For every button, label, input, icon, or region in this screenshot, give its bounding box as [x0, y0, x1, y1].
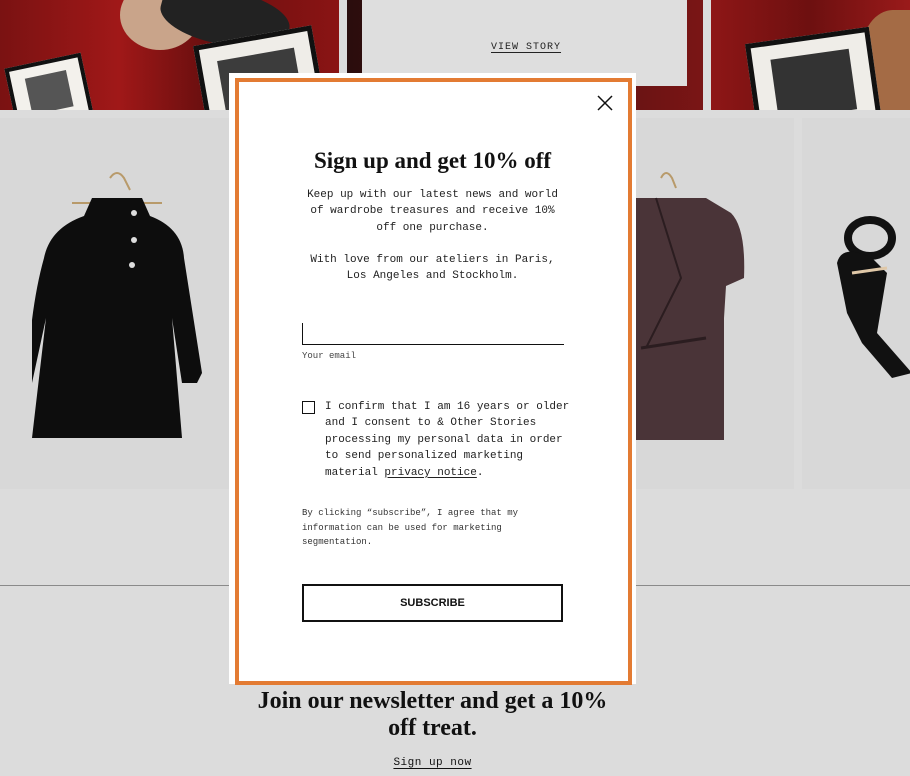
product-card-purple-dress[interactable] [636, 118, 794, 489]
email-field-label: Your email [302, 351, 357, 361]
signup-modal: Sign up and get 10% off Keep up with our… [229, 73, 636, 685]
email-field[interactable] [302, 323, 564, 345]
black-sandal-image [837, 216, 910, 378]
modal-description-paragraph: With love from our ateliers in Paris, Lo… [310, 253, 555, 283]
consent-label: I confirm that I am 16 years or older an… [325, 399, 570, 481]
modal-title: Sign up and get 10% off [313, 148, 552, 173]
picture-frame-small [4, 52, 94, 110]
product-card-sandal[interactable] [802, 118, 910, 489]
consent-checkbox[interactable] [302, 401, 315, 414]
hero-image-right[interactable] [711, 0, 910, 110]
purple-wrap-dress-image [636, 172, 745, 440]
product-card-black-dress[interactable] [0, 118, 229, 489]
marketing-disclaimer: By clicking “subscribe”, I agree that my… [302, 508, 519, 547]
modal-description: Keep up with our latest news and world o… [299, 187, 566, 284]
newsletter-heading: Join our newsletter and get a 10% off tr… [257, 688, 608, 741]
view-story-link[interactable]: VIEW STORY [491, 42, 561, 53]
privacy-notice-link[interactable]: privacy notice [384, 467, 476, 479]
picture-frame [744, 26, 883, 110]
consent-suffix: . [476, 466, 484, 479]
modal-description-paragraph: Keep up with our latest news and world o… [307, 189, 558, 234]
close-icon[interactable] [597, 95, 613, 111]
black-dress-image [32, 172, 202, 438]
subscribe-button[interactable]: SUBSCRIBE [302, 584, 563, 622]
sign-up-now-link[interactable]: Sign up now [355, 757, 510, 769]
